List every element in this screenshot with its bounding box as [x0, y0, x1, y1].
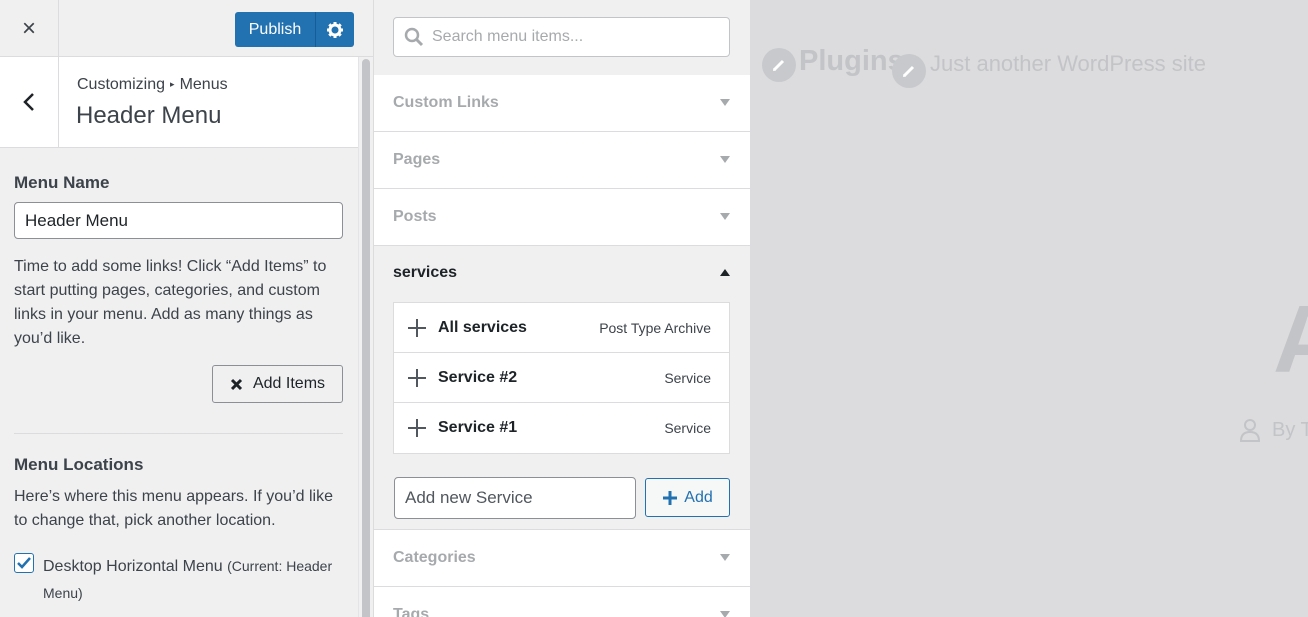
publish-button-group: Publish — [235, 12, 354, 47]
customizer-header: × Publish — [0, 0, 373, 57]
site-preview: Plugins Just another WordPress site A By… — [751, 0, 1308, 617]
add-label: Add — [684, 488, 713, 506]
add-service-button[interactable]: Add — [645, 478, 730, 517]
gear-icon — [327, 21, 343, 38]
edit-shortcut-tagline[interactable] — [892, 54, 926, 88]
list-item[interactable]: Service #2 Service — [394, 353, 729, 403]
sidebar-scrollbar[interactable] — [358, 57, 373, 617]
search-area — [374, 0, 750, 75]
close-icon: × — [21, 14, 36, 42]
item-title: Service #1 — [438, 419, 518, 436]
publish-settings-button[interactable] — [316, 12, 354, 47]
scrollbar-thumb[interactable] — [362, 59, 370, 617]
site-title[interactable]: Plugins — [799, 45, 904, 78]
menu-locations-label: Menu Locations — [14, 455, 144, 474]
accordion-title: Posts — [393, 208, 437, 225]
services-list: All services Post Type Archive Service #… — [393, 302, 730, 454]
accordion-posts[interactable]: Posts — [374, 189, 750, 246]
breadcrumb: Customizing ▸ Menus — [77, 76, 228, 94]
chevron-up-icon[interactable] — [720, 269, 730, 276]
menu-name-label: Menu Name — [14, 173, 110, 192]
plus-icon — [663, 490, 678, 505]
menu-help-text: Time to add some links! Click “Add Items… — [14, 258, 327, 347]
available-menu-items-panel: Custom Links Pages Posts services All se… — [374, 0, 750, 617]
user-icon — [1239, 419, 1261, 442]
accordion-custom-links[interactable]: Custom Links — [374, 75, 750, 132]
location-name: Desktop Horizontal Menu — [43, 558, 223, 575]
close-customizer-button[interactable]: × — [0, 0, 59, 57]
chevron-down-icon — [720, 611, 730, 617]
add-items-label: Add Items — [252, 375, 326, 392]
menu-name-input[interactable] — [14, 202, 343, 239]
customizer-sidebar: × Publish Customizing ▸ Menus Header Men… — [0, 0, 373, 617]
post-title[interactable]: A — [1273, 285, 1308, 395]
plus-icon — [408, 369, 426, 387]
item-title: Service #2 — [438, 369, 518, 386]
section-header: Customizing ▸ Menus Header Menu — [0, 57, 358, 148]
add-items-button[interactable]: Add Items — [212, 365, 343, 403]
accordion-services: services All services Post Type Archive … — [374, 246, 750, 530]
plus-icon — [408, 319, 426, 337]
chevron-down-icon — [720, 213, 730, 220]
post-byline: By T — [1272, 419, 1308, 441]
back-button[interactable] — [0, 57, 59, 147]
search-icon — [404, 27, 424, 47]
item-title: All services — [438, 319, 527, 336]
accordion-title[interactable]: services — [393, 264, 457, 282]
accordion-tags[interactable]: Tags — [374, 587, 750, 617]
page-title: Header Menu — [76, 102, 222, 129]
breadcrumb-separator: ▸ — [170, 79, 175, 89]
edit-shortcut-site-title[interactable] — [762, 48, 796, 82]
chevron-down-icon — [720, 99, 730, 106]
close-icon — [230, 378, 243, 390]
publish-button[interactable]: Publish — [235, 12, 316, 47]
accordion-title: Tags — [393, 606, 430, 617]
divider — [14, 433, 343, 434]
site-tagline[interactable]: Just another WordPress site — [930, 51, 1206, 77]
breadcrumb-parent: Customizing — [77, 76, 166, 93]
item-type: Post Type Archive — [599, 320, 711, 336]
chevron-down-icon — [720, 156, 730, 163]
list-item[interactable]: Service #1 Service — [394, 403, 729, 453]
accordion-pages[interactable]: Pages — [374, 132, 750, 189]
chevron-left-icon — [23, 93, 34, 111]
accordion-title: Categories — [393, 549, 476, 566]
location-label[interactable]: Desktop Horizontal Menu (Current: Header… — [43, 553, 348, 607]
item-type: Service — [664, 370, 711, 386]
menu-locations-help-text: Here’s where this menu appears. If you’d… — [14, 488, 333, 529]
accordion-title: Pages — [393, 151, 441, 168]
item-type: Service — [664, 420, 711, 436]
accordion-categories[interactable]: Categories — [374, 530, 750, 587]
chevron-down-icon — [720, 554, 730, 561]
plus-icon — [408, 419, 426, 437]
pencil-icon — [772, 59, 785, 72]
list-item[interactable]: All services Post Type Archive — [394, 303, 729, 353]
location-checkbox[interactable] — [14, 553, 34, 573]
search-input[interactable] — [393, 17, 730, 57]
checkmark-icon — [17, 557, 31, 569]
breadcrumb-current: Menus — [179, 76, 228, 93]
accordion-title: Custom Links — [393, 94, 499, 111]
pencil-icon — [902, 65, 915, 78]
new-service-input[interactable] — [394, 477, 636, 519]
